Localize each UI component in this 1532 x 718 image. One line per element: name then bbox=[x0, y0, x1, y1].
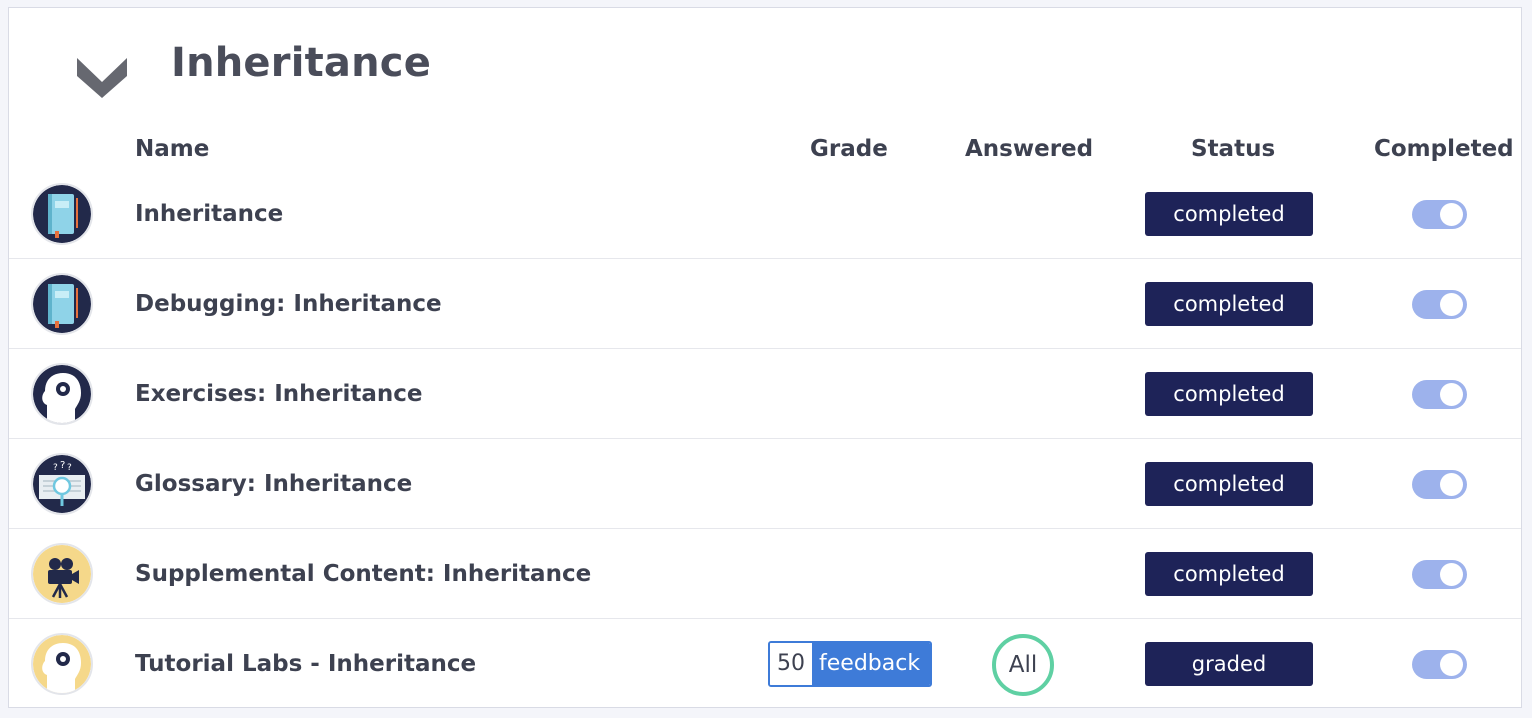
column-header-answered: Answered bbox=[965, 136, 1094, 162]
assignment-link[interactable]: Glossary: Inheritance bbox=[135, 439, 412, 529]
section-header: Inheritance bbox=[9, 8, 1521, 128]
column-header-name: Name bbox=[135, 136, 210, 162]
chevron-down-icon[interactable] bbox=[75, 50, 129, 104]
status-badge: completed bbox=[1145, 282, 1313, 326]
completed-toggle[interactable] bbox=[1412, 560, 1467, 589]
head-gear-icon bbox=[31, 363, 93, 425]
completed-toggle[interactable] bbox=[1412, 380, 1467, 409]
film-camera-icon bbox=[31, 543, 93, 605]
status-badge: completed bbox=[1145, 552, 1313, 596]
book-icon bbox=[31, 183, 93, 245]
assignment-link[interactable]: Debugging: Inheritance bbox=[135, 259, 442, 349]
table-row: Tutorial Labs - Inheritance 50 feedback … bbox=[9, 619, 1521, 709]
assignment-link[interactable]: Supplemental Content: Inheritance bbox=[135, 529, 591, 619]
toggle-knob bbox=[1440, 203, 1463, 226]
assignment-section-card: Inheritance Name Grade Answered Status C… bbox=[8, 7, 1522, 708]
table-row: Exercises: Inheritance completed bbox=[9, 349, 1521, 439]
glossary-icon: ? ? ? bbox=[31, 453, 93, 515]
column-header-status: Status bbox=[1191, 136, 1276, 162]
answered-badge[interactable]: All bbox=[992, 634, 1054, 696]
svg-text:?: ? bbox=[60, 460, 65, 471]
table-row: Debugging: Inheritance completed bbox=[9, 259, 1521, 349]
status-badge: completed bbox=[1145, 462, 1313, 506]
assignment-link[interactable]: Exercises: Inheritance bbox=[135, 349, 422, 439]
status-badge: completed bbox=[1145, 372, 1313, 416]
completed-toggle[interactable] bbox=[1412, 650, 1467, 679]
toggle-knob bbox=[1440, 293, 1463, 316]
head-gear-yellow-icon bbox=[31, 633, 93, 695]
table-row: Supplemental Content: Inheritance comple… bbox=[9, 529, 1521, 619]
column-header-grade: Grade bbox=[810, 136, 888, 162]
toggle-knob bbox=[1440, 563, 1463, 586]
completed-toggle[interactable] bbox=[1412, 470, 1467, 499]
table-row: ? ? ? Glossary: Inheritance completed bbox=[9, 439, 1521, 529]
status-badge: graded bbox=[1145, 642, 1313, 686]
assignment-link[interactable]: Tutorial Labs - Inheritance bbox=[135, 619, 476, 709]
status-badge: completed bbox=[1145, 192, 1313, 236]
grade-value: 50 bbox=[770, 643, 812, 685]
toggle-knob bbox=[1440, 383, 1463, 406]
completed-toggle[interactable] bbox=[1412, 200, 1467, 229]
completed-toggle[interactable] bbox=[1412, 290, 1467, 319]
column-header-completed: Completed bbox=[1374, 136, 1514, 162]
toggle-knob bbox=[1440, 473, 1463, 496]
toggle-knob bbox=[1440, 653, 1463, 676]
grade-box: 50 feedback bbox=[768, 641, 933, 687]
section-title: Inheritance bbox=[171, 40, 432, 86]
svg-text:?: ? bbox=[53, 463, 58, 473]
feedback-button[interactable]: feedback bbox=[812, 643, 931, 685]
book-icon bbox=[31, 273, 93, 335]
svg-text:?: ? bbox=[67, 463, 72, 473]
table-row: Inheritance completed bbox=[9, 169, 1521, 259]
assignment-link[interactable]: Inheritance bbox=[135, 169, 283, 259]
